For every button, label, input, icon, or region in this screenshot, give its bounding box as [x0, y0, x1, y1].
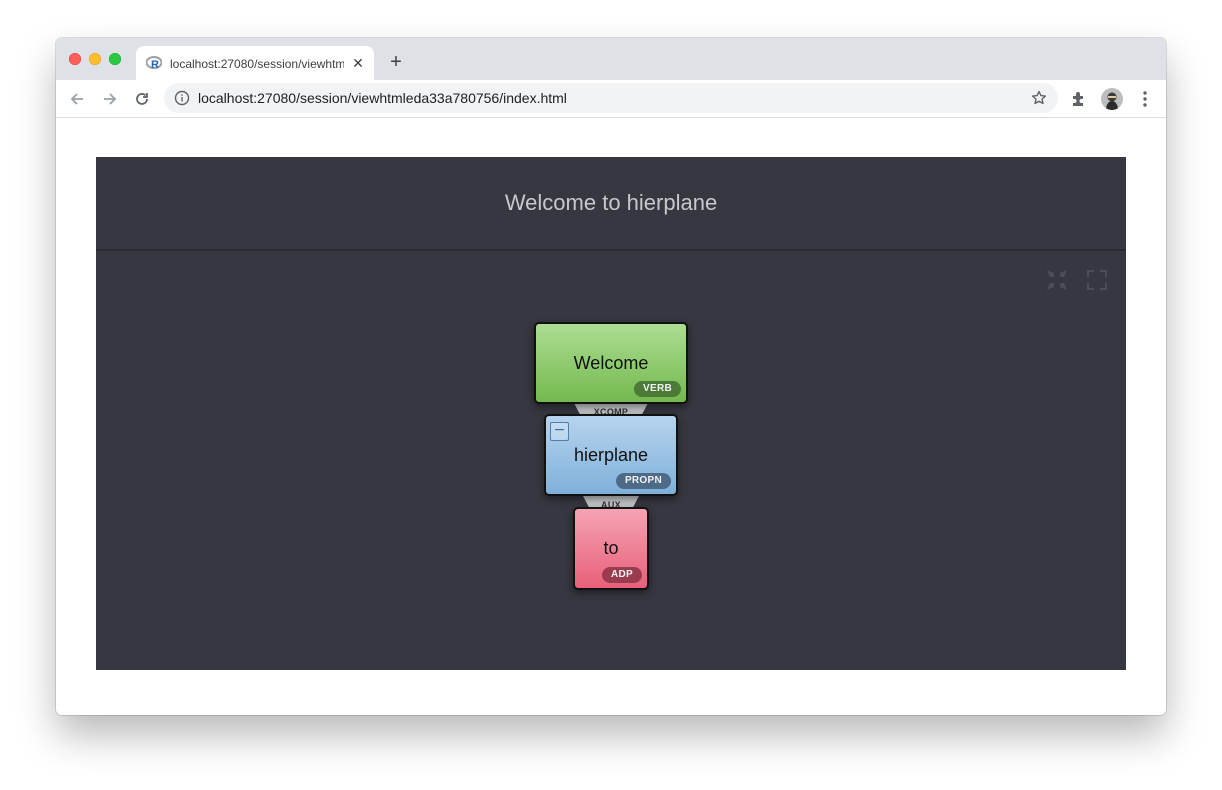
browser-toolbar: localhost:27080/session/viewhtmleda33a78… [56, 80, 1166, 118]
pos-badge: VERB [634, 381, 681, 397]
collapse-all-icon[interactable] [1046, 269, 1068, 291]
hierplane-title: Welcome to hierplane [504, 190, 718, 215]
page-content: Welcome to hierplane XCOMP AUX Welcome V… [56, 118, 1166, 715]
tree-node-welcome[interactable]: Welcome VERB [534, 322, 688, 404]
hierplane-header: Welcome to hierplane [96, 157, 1126, 251]
new-tab-button[interactable]: + [386, 52, 406, 72]
collapse-node-button[interactable]: − [550, 422, 569, 441]
star-icon[interactable] [1030, 89, 1048, 107]
avatar[interactable] [1101, 88, 1123, 110]
forward-icon[interactable] [99, 88, 121, 110]
zoom-window-button[interactable] [109, 53, 121, 65]
pos-badge: PROPN [615, 473, 671, 489]
node-word: Welcome [573, 352, 649, 373]
node-word: to [603, 538, 619, 558]
url-text: localhost:27080/session/viewhtmleda33a78… [198, 90, 567, 106]
address-bar[interactable]: localhost:27080/session/viewhtmleda33a78… [164, 83, 1058, 113]
hierplane-widget: Welcome to hierplane XCOMP AUX Welcome V… [96, 157, 1126, 670]
browser-window: R localhost:27080/session/viewhtmleda33a… [56, 38, 1166, 715]
minimize-window-button[interactable] [89, 53, 101, 65]
tree-node-to[interactable]: to ADP [573, 507, 649, 590]
menu-icon[interactable] [1136, 89, 1154, 109]
tab-strip: R localhost:27080/session/viewhtmleda33a… [56, 38, 1166, 80]
browser-tab[interactable]: R localhost:27080/session/viewhtmleda33a… [136, 46, 374, 80]
close-window-button[interactable] [69, 53, 81, 65]
r-logo-icon: R [145, 55, 163, 71]
back-icon[interactable] [66, 88, 88, 110]
extensions-icon[interactable] [1070, 90, 1088, 108]
pos-badge: ADP [601, 567, 642, 583]
fullscreen-icon[interactable] [1086, 269, 1108, 291]
node-word: hierplane [573, 444, 649, 465]
tab-close-icon[interactable]: ✕ [350, 55, 366, 71]
tree-node-hierplane[interactable]: − hierplane PROPN [544, 414, 678, 496]
info-icon[interactable] [174, 90, 190, 106]
tab-title: localhost:27080/session/viewhtmleda33a78… [170, 57, 344, 71]
reload-icon[interactable] [131, 88, 153, 110]
svg-text:R: R [151, 59, 159, 71]
